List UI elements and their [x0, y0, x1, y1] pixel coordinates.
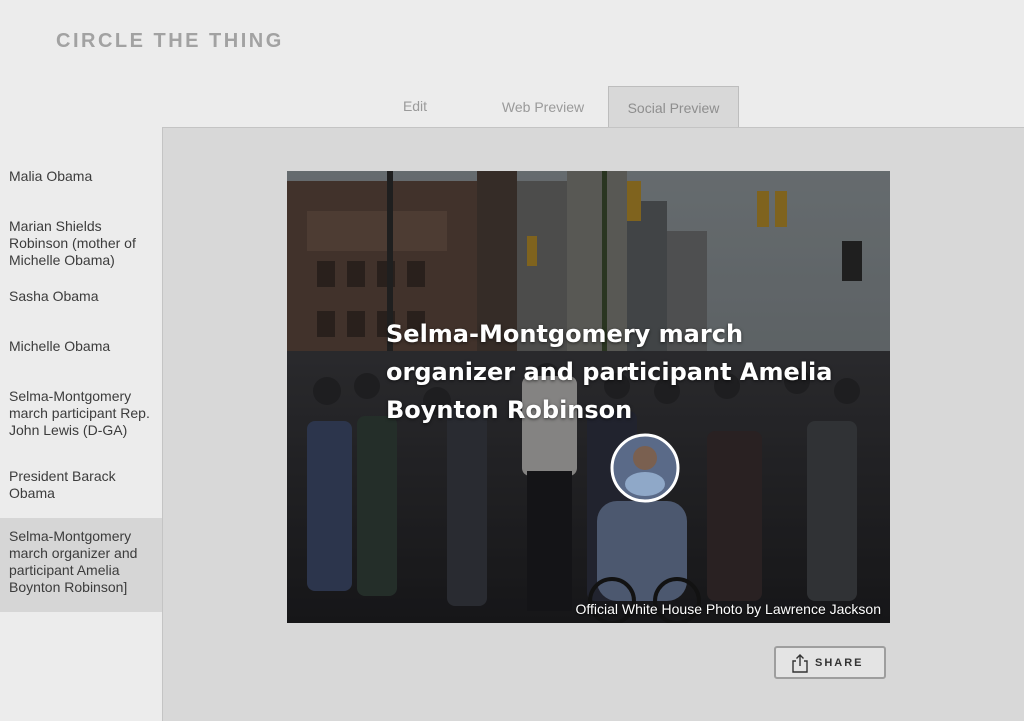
- sidebar-item-john-lewis[interactable]: Selma-Montgomery march participant Rep. …: [0, 388, 162, 439]
- share-label: SHARE: [815, 657, 864, 669]
- tab-social-preview[interactable]: Social Preview: [608, 86, 739, 127]
- sidebar-item-malia-obama[interactable]: Malia Obama: [0, 168, 162, 185]
- tab-edit[interactable]: Edit: [380, 86, 450, 126]
- sidebar-item-michelle-obama[interactable]: Michelle Obama: [0, 338, 162, 355]
- sidebar-item-amelia-boynton-robinson[interactable]: Selma-Montgomery march organizer and par…: [0, 518, 162, 612]
- sidebar-item-marian-shields-robinson[interactable]: Marian Shields Robinson (mother of Miche…: [0, 218, 162, 269]
- social-preview-card: Selma-Montgomery march organizer and par…: [287, 171, 890, 623]
- photo-credit: Official White House Photo by Lawrence J…: [575, 601, 881, 617]
- share-icon: [792, 654, 808, 673]
- tab-web-preview[interactable]: Web Preview: [478, 86, 608, 126]
- sidebar-item-barack-obama[interactable]: President Barack Obama: [0, 468, 162, 502]
- preview-headline: Selma-Montgomery march organizer and par…: [386, 320, 833, 424]
- share-button[interactable]: SHARE: [774, 646, 886, 679]
- preview-tabs: Edit Web Preview Social Preview: [0, 86, 1024, 127]
- sidebar-item-sasha-obama[interactable]: Sasha Obama: [0, 288, 162, 305]
- app-title: CIRCLE THE THING: [56, 30, 284, 52]
